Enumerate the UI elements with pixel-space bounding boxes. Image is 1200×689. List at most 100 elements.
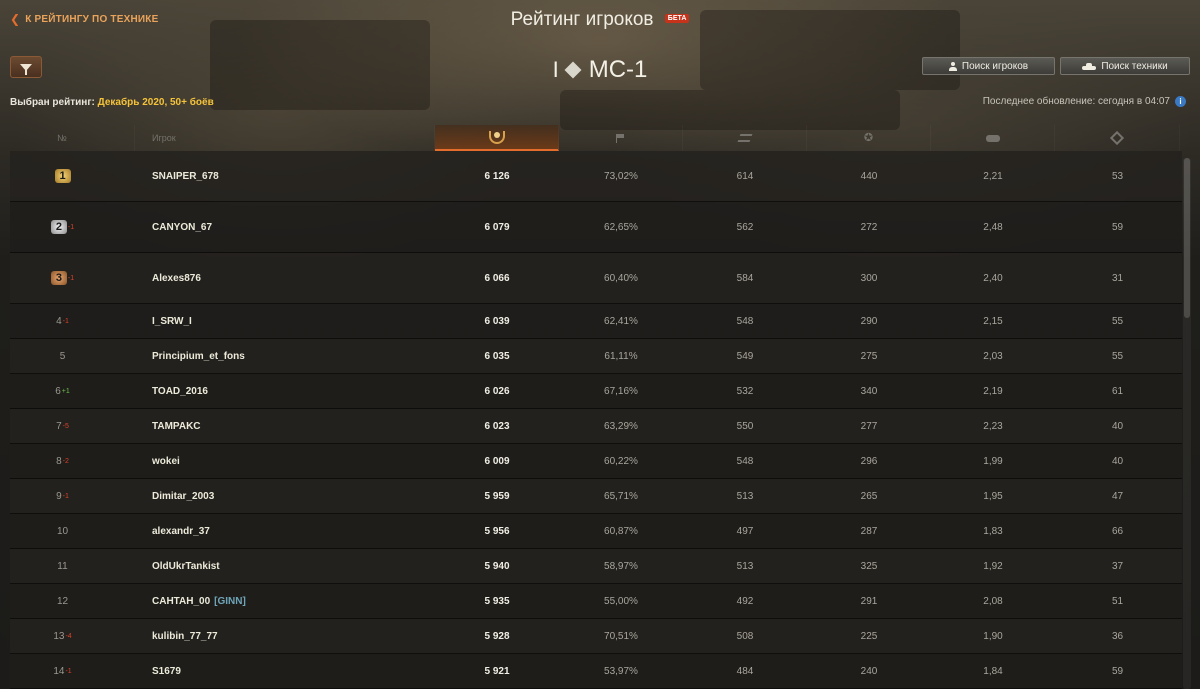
player-name[interactable]: I_SRW_I — [152, 316, 192, 327]
column-header-spotting[interactable] — [1055, 125, 1180, 151]
table-row[interactable]: 10 alexandr_37 5 956 60,87% 497 287 1,83 66 — [10, 514, 1182, 549]
player-cell[interactable]: SNAIPER_678 — [135, 171, 435, 182]
spotting-cell: 55 — [1111, 350, 1124, 362]
player-cell[interactable]: TAMPAKC — [135, 421, 435, 432]
column-header-winrate[interactable] — [559, 125, 683, 151]
user-icon — [948, 61, 957, 71]
winrate-cell: 70,51% — [604, 630, 638, 642]
scrollbar-thumb[interactable] — [1184, 158, 1190, 318]
table-row[interactable]: 13 -4 kulibin_77_77 5 928 70,51% 508 225 1,90 36 — [10, 619, 1182, 654]
frags-cell: 2,21 — [983, 170, 1003, 182]
player-name[interactable]: wokei — [152, 456, 180, 467]
player-name[interactable]: CANYON_67 — [152, 222, 212, 233]
page-title-text: Рейтинг игроков — [510, 9, 654, 30]
rank-number: 11 — [57, 560, 68, 572]
column-header-frags[interactable] — [931, 125, 1055, 151]
winrate-cell: 58,97% — [604, 560, 638, 572]
table-row[interactable]: 11 OldUkrTankist 5 940 58,97% 513 325 1,92 37 — [10, 549, 1182, 584]
filter-button[interactable] — [10, 56, 42, 78]
player-cell[interactable]: TOAD_2016 — [135, 386, 435, 397]
player-name[interactable]: S1679 — [152, 666, 181, 677]
rank-number: 14 — [53, 665, 65, 677]
player-name[interactable]: CAHTAH_00 — [152, 596, 210, 607]
damage-cell: 614 — [736, 170, 754, 182]
scrollbar[interactable] — [1183, 158, 1191, 689]
rank-cell: 14 -1 — [10, 666, 135, 677]
winrate-cell: 63,29% — [604, 420, 638, 432]
selected-rating-value[interactable]: Декабрь 2020, 50+ боёв — [98, 97, 214, 108]
player-cell[interactable]: Principium_et_fons — [135, 351, 435, 362]
rank-number: 13 — [53, 630, 65, 642]
experience-cell: 325 — [860, 560, 878, 572]
table-row[interactable]: 2 -1 CANYON_67 6 079 62,65% 562 272 2,48 59 — [10, 202, 1182, 253]
table-row[interactable]: 12 CAHTAH_00 [GINN] 5 935 55,00% 492 291 2,08 51 — [10, 584, 1182, 619]
tank-icon — [1082, 62, 1097, 70]
rank-number: 6 — [55, 385, 61, 397]
player-cell[interactable]: wokei — [135, 456, 435, 467]
player-cell[interactable]: Alexes876 — [135, 273, 435, 284]
player-name[interactable]: alexandr_37 — [152, 526, 210, 537]
player-cell[interactable]: kulibin_77_77 — [135, 631, 435, 642]
winrate-cell: 67,16% — [604, 385, 638, 397]
rank-change: -1 — [67, 274, 75, 282]
player-name[interactable]: Alexes876 — [152, 273, 201, 284]
column-header-rating[interactable] — [435, 125, 559, 151]
rank-cell: 3 -1 — [10, 271, 135, 285]
spotting-cell: 31 — [1111, 272, 1124, 284]
rating-cell: 6 009 — [484, 455, 510, 467]
player-name[interactable]: Principium_et_fons — [152, 351, 245, 362]
player-cell[interactable]: alexandr_37 — [135, 526, 435, 537]
spotting-cell: 59 — [1111, 221, 1124, 233]
player-name[interactable]: Dimitar_2003 — [152, 491, 214, 502]
rank-number: 7 — [56, 420, 62, 432]
player-name[interactable]: TAMPAKC — [152, 421, 201, 432]
beta-badge: БЕТА — [664, 14, 690, 23]
table-row[interactable]: 14 -1 S1679 5 921 53,97% 484 240 1,84 59 — [10, 654, 1182, 689]
player-cell[interactable]: Dimitar_2003 — [135, 491, 435, 502]
column-header-experience[interactable]: ✪ — [807, 125, 931, 151]
last-update-text: Последнее обновление: сегодня в 04:07 — [982, 96, 1170, 107]
winrate-cell: 61,11% — [604, 350, 638, 362]
player-cell[interactable]: CANYON_67 — [135, 222, 435, 233]
vehicle-tier: I — [552, 57, 559, 82]
clan-tag[interactable]: [GINN] — [214, 596, 246, 607]
column-header-rank[interactable]: № — [10, 125, 135, 151]
column-header-damage[interactable] — [683, 125, 807, 151]
search-vehicles-button[interactable]: Поиск техники — [1060, 57, 1190, 75]
player-name[interactable]: TOAD_2016 — [152, 386, 208, 397]
experience-cell: 296 — [860, 455, 878, 467]
frags-cell: 2,40 — [983, 272, 1003, 284]
column-header-player[interactable]: Игрок — [135, 125, 435, 151]
rating-cell: 5 959 — [484, 490, 510, 502]
table-row[interactable]: 3 -1 Alexes876 6 066 60,40% 584 300 2,40 31 — [10, 253, 1182, 304]
spotting-cell: 59 — [1111, 665, 1124, 677]
table-row[interactable]: 4 -1 I_SRW_I 6 039 62,41% 548 290 2,15 55 — [10, 304, 1182, 339]
table-row[interactable]: 5 Principium_et_fons 6 035 61,11% 549 275 2,03… — [10, 339, 1182, 374]
experience-cell: 287 — [860, 525, 878, 537]
player-name[interactable]: kulibin_77_77 — [152, 631, 218, 642]
search-players-button[interactable]: Поиск игроков — [922, 57, 1055, 75]
rank-cell: 4 -1 — [10, 316, 135, 327]
table-row[interactable]: 1 SNAIPER_678 6 126 73,02% 614 440 2,21 53 — [10, 151, 1182, 202]
experience-cell: 300 — [860, 272, 878, 284]
rank-cell: 11 — [10, 561, 135, 572]
table-body: 1 SNAIPER_678 6 126 73,02% 614 440 2,21 53 2 -1 CA… — [10, 151, 1182, 689]
player-cell[interactable]: I_SRW_I — [135, 316, 435, 327]
table-row[interactable]: 8 -2 wokei 6 009 60,22% 548 296 1,99 40 — [10, 444, 1182, 479]
frags-cell: 1,83 — [983, 525, 1003, 537]
table-row[interactable]: 9 -1 Dimitar_2003 5 959 65,71% 513 265 1,95 47 — [10, 479, 1182, 514]
player-cell[interactable]: OldUkrTankist — [135, 561, 435, 572]
player-cell[interactable]: CAHTAH_00 [GINN] — [135, 596, 435, 607]
table-row[interactable]: 6 +1 TOAD_2016 6 026 67,16% 532 340 2,19 61 — [10, 374, 1182, 409]
light-tank-class-icon — [564, 61, 582, 79]
spotting-cell: 51 — [1111, 595, 1124, 607]
rank-number: 8 — [56, 455, 62, 467]
search-players-label: Поиск игроков — [961, 60, 1029, 72]
player-name[interactable]: OldUkrTankist — [152, 561, 220, 572]
info-icon[interactable]: i — [1175, 96, 1186, 107]
table-row[interactable]: 7 -5 TAMPAKC 6 023 63,29% 550 277 2,23 40 — [10, 409, 1182, 444]
player-cell[interactable]: S1679 — [135, 666, 435, 677]
winrate-cell: 62,65% — [604, 221, 638, 233]
player-name[interactable]: SNAIPER_678 — [152, 171, 219, 182]
frags-cell: 2,23 — [983, 420, 1003, 432]
